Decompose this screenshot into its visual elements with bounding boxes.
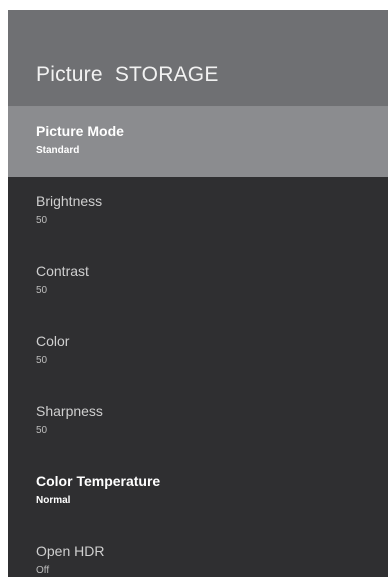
settings-menu: Picture Mode Standard Brightness 50 Cont… <box>8 107 388 577</box>
panel-title: Picture STORAGE <box>36 63 219 86</box>
menu-item-value: Normal <box>36 495 71 506</box>
menu-item-label: Picture Mode <box>36 123 124 139</box>
menu-item-brightness[interactable]: Brightness 50 <box>8 177 388 247</box>
menu-item-color[interactable]: Color 50 <box>8 317 388 387</box>
menu-item-value: Standard <box>36 145 80 156</box>
menu-item-value: 50 <box>36 355 48 366</box>
menu-item-value: Off <box>36 565 50 576</box>
menu-item-label: Contrast <box>36 263 89 279</box>
menu-item-value: 50 <box>36 425 48 436</box>
menu-item-open-hdr[interactable]: Open HDR Off <box>8 527 388 577</box>
menu-item-value: 50 <box>36 215 48 226</box>
menu-item-picture-mode[interactable]: Picture Mode Standard <box>8 107 388 177</box>
menu-item-sharpness[interactable]: Sharpness 50 <box>8 387 388 457</box>
menu-item-label: Color <box>36 333 70 349</box>
menu-item-contrast[interactable]: Contrast 50 <box>8 247 388 317</box>
menu-item-value: 50 <box>36 285 48 296</box>
menu-item-label: Open HDR <box>36 543 105 559</box>
menu-item-label: Brightness <box>36 193 103 209</box>
settings-panel: Picture STORAGE Picture Mode Standard Br… <box>8 10 388 577</box>
panel-header: Picture STORAGE <box>8 10 388 107</box>
menu-item-label: Sharpness <box>36 403 103 419</box>
menu-item-color-temperature[interactable]: Color Temperature Normal <box>8 457 388 527</box>
menu-item-label: Color Temperature <box>36 473 161 489</box>
